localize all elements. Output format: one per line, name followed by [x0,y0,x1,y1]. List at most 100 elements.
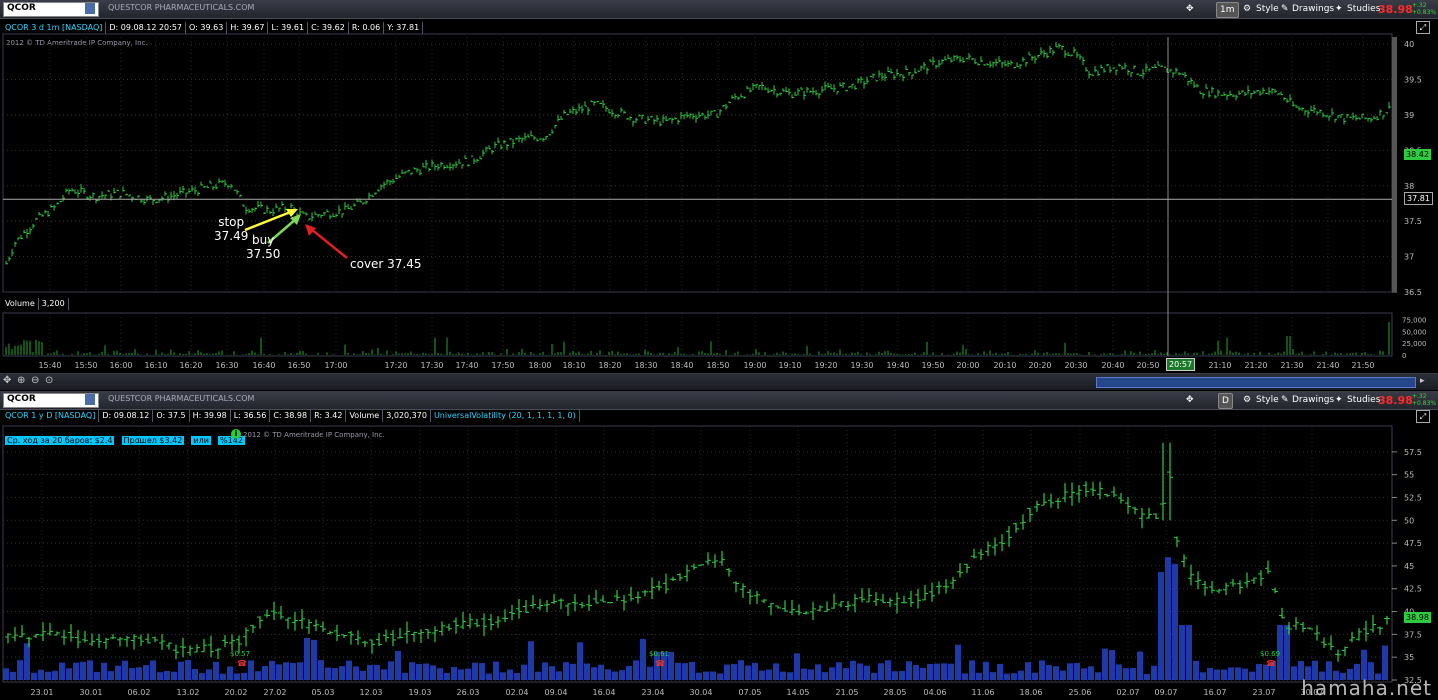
volume-bar-daily [850,660,856,680]
bottom-xtick-label: 30.04 [690,688,713,697]
bottom-xtick-label: 19.03 [409,688,432,697]
volume-bar-daily [787,672,793,680]
volume-bar-daily [829,667,835,680]
volume-bar-daily [248,660,254,680]
bottom-xtick-label: 30.01 [80,688,103,697]
volume-bar-daily [766,669,772,680]
volume-bar-daily [1256,663,1262,680]
volume-bar-daily [1109,650,1115,680]
volume-bar-daily [1382,645,1388,680]
volume-bar-daily [276,664,282,680]
volume-bar-daily [745,665,751,680]
bottom-ytick-label: 35 [1404,653,1414,662]
volume-bar-daily [52,670,58,680]
volume-bar-daily [591,667,597,680]
volume-bar-daily [262,666,268,680]
watermark: hamaha.net [1301,676,1432,700]
volume-bar-daily [353,666,359,680]
volume-bar-daily [178,661,184,680]
volume-bar-daily [1074,662,1080,680]
volume-bar-daily [535,671,541,680]
volume-bar-daily [150,660,156,680]
volume-bar-daily [1158,572,1164,680]
volume-bar-daily [24,643,30,680]
volume-bar-daily [857,663,863,680]
dividend-icon-2[interactable]: ☎ [655,659,665,668]
volume-bar-daily [759,670,765,680]
volume-bar-daily [1018,670,1024,680]
volume-bar-daily [402,672,408,680]
volume-bar-daily [80,661,86,680]
volume-bar-daily [1032,672,1038,680]
volume-bar-daily [528,641,534,680]
volume-bar-daily [1249,671,1255,680]
volume-bar-daily [1291,666,1297,680]
volume-bar-daily [430,665,436,680]
bottom-xtick-label: 13.02 [177,688,200,697]
volume-bar-daily [801,668,807,680]
volume-bar-daily [941,663,947,680]
volume-bar-daily [1172,563,1178,680]
bottom-xtick-label: 23.07 [1253,688,1276,697]
volume-bar-daily [1193,660,1199,680]
volume-bar-daily [381,669,387,680]
volume-bar-daily [521,664,527,680]
volume-bar-daily [563,662,569,680]
volume-bar-daily [836,662,842,680]
volume-bar-daily [773,663,779,680]
volume-bar-daily [871,672,877,680]
volume-bar-daily [892,671,898,680]
volume-bar-daily [1004,673,1010,680]
volume-bar-daily [675,662,681,680]
bottom-xtick-label: 20.02 [225,688,248,697]
dividend-icon-3[interactable]: ☎ [1266,659,1276,668]
volume-bar-daily [1081,668,1087,680]
volume-bar-daily [1088,666,1094,680]
bottom-xtick-label: 14.05 [787,688,810,697]
volume-bar-daily [416,663,422,680]
volume-bar-daily [234,673,240,680]
volume-bar-daily [549,666,555,680]
volume-bar-daily [171,671,177,680]
volume-bar-daily [297,662,303,680]
volume-bar-daily [164,671,170,680]
volume-bar-daily [101,662,107,680]
bottom-xtick-label: 09.07 [1155,688,1178,697]
dividend-label-3: $0.69 [1260,650,1281,658]
volume-bar-daily [1067,663,1073,680]
volume-bar-daily [1116,664,1122,680]
bottom-ytick-label: 37.5 [1404,630,1422,639]
volume-bar-daily [1011,673,1017,680]
volume-bar-daily [269,660,275,680]
volume-bar-daily [10,671,16,680]
volume-bar-daily [647,666,653,680]
volume-bar-daily [1214,669,1220,680]
bottom-xtick-label: 16.04 [593,688,616,697]
volume-bar-daily [1053,666,1059,680]
volume-bar-daily [1046,665,1052,680]
bottom-ytick-label: 47.5 [1404,539,1422,548]
volume-bar-daily [962,673,968,680]
volume-bar-daily [304,637,310,680]
bottom-xtick-label: 06.02 [128,688,151,697]
bottom-xtick-label: 16.07 [1204,688,1227,697]
bottom-xtick-label: 28.05 [884,688,907,697]
volume-bar-daily [738,660,744,680]
volume-bar-daily [388,661,394,680]
volume-bar-daily [640,638,646,680]
volume-bar-daily [1123,668,1129,680]
volume-bar-daily [493,661,499,680]
volume-bar-daily [45,671,51,680]
dividend-icon-1[interactable]: ☎ [237,659,247,668]
volume-bar-daily [283,662,289,680]
bottom-xtick-label: 11.06 [972,688,995,697]
bottom-ytick-label: 50 [1404,516,1414,525]
volume-bar-daily [395,650,401,680]
bottom-ytick-label: 42.5 [1404,585,1422,594]
volume-bar-daily [472,662,478,680]
dividend-label-2: $0.61 [649,650,670,658]
volume-bar-daily [31,672,37,680]
volume-bar-daily [948,663,954,680]
bottom-ytick-label: 52.5 [1404,493,1422,502]
volume-bar-daily [122,660,128,680]
